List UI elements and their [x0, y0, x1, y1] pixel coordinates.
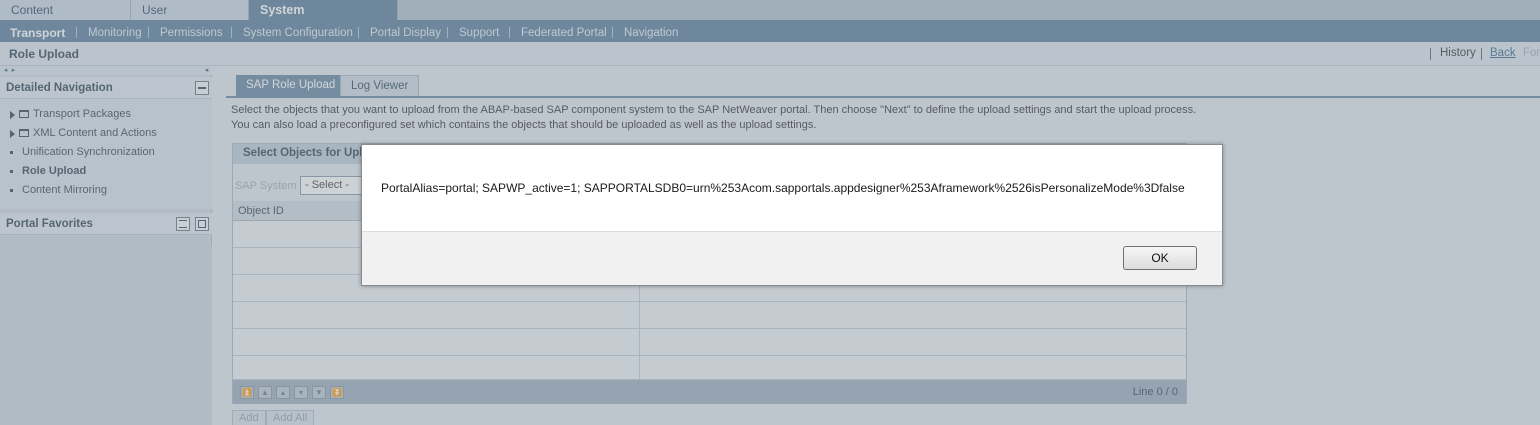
alert-dialog: PortalAlias=portal; SAPWP_active=1; SAPP… [361, 144, 1223, 286]
ok-button[interactable]: OK [1123, 246, 1197, 270]
dialog-footer: OK [362, 231, 1222, 285]
dialog-message: PortalAlias=portal; SAPWP_active=1; SAPP… [381, 181, 1185, 195]
